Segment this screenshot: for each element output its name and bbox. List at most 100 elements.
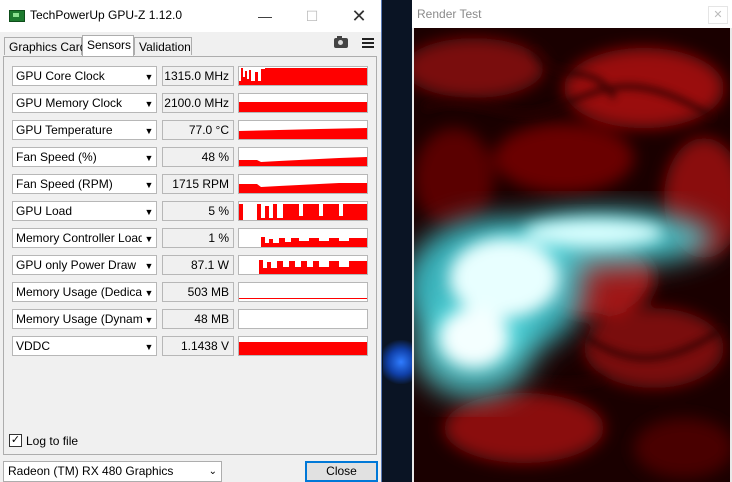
sensor-name-select[interactable]: Memory Usage (Dedicated) ▼ (12, 282, 157, 302)
dropdown-arrow-icon[interactable]: ▼ (142, 176, 156, 193)
sensor-graph-plot (239, 237, 367, 247)
sensor-graph (238, 66, 368, 86)
dropdown-arrow-icon[interactable]: ▼ (142, 68, 156, 85)
sensor-value: 48 % (162, 147, 234, 167)
sensor-graph-trace (239, 183, 367, 193)
sensor-graph (238, 309, 368, 329)
sensor-graph (238, 282, 368, 302)
render-canvas (414, 28, 730, 482)
sensor-graph-plot (239, 157, 367, 166)
dropdown-arrow-icon[interactable]: ▼ (142, 122, 156, 139)
render-test-title: Render Test (417, 7, 482, 21)
log-to-file-label: Log to file (26, 434, 79, 448)
sensor-name-label: Fan Speed (RPM) (16, 177, 113, 191)
sensor-graph (238, 93, 368, 113)
sensor-graph-plot (239, 342, 367, 355)
sensor-graph (238, 255, 368, 275)
sensor-graph-plot (239, 68, 367, 85)
log-to-file-checkbox[interactable]: ✓ (9, 434, 22, 447)
tab-validation[interactable]: Validation (134, 37, 192, 55)
render-test-window: Render Test ✕ (412, 0, 732, 482)
sensor-name-select[interactable]: GPU Core Clock ▼ (12, 66, 157, 86)
sensor-graph-trace (239, 102, 367, 112)
sensor-graph (238, 120, 368, 140)
sensor-graph-plot (239, 183, 367, 193)
sensor-value: 48 MB (162, 309, 234, 329)
dropdown-arrow-icon[interactable]: ▼ (142, 311, 156, 328)
sensor-graph-plot (239, 298, 367, 299)
dropdown-arrow-icon[interactable]: ▼ (142, 95, 156, 112)
hamburger-menu-icon[interactable] (362, 38, 374, 48)
sensor-value: 1715 RPM (162, 174, 234, 194)
sensor-graph-trace (239, 204, 367, 220)
tab-sensors[interactable]: Sensors (82, 35, 134, 56)
sensor-graph-plot (239, 204, 367, 220)
render-fur-image (414, 28, 730, 482)
sensor-name-label: GPU Temperature (16, 123, 113, 137)
sensor-value: 5 % (162, 201, 234, 221)
sensor-value: 2100.0 MHz (162, 93, 234, 113)
sensor-name-label: Memory Usage (Dedicated) (16, 285, 157, 299)
sensor-value: 1315.0 MHz (162, 66, 234, 86)
gpuz-titlebar[interactable]: TechPowerUp GPU-Z 1.12.0 — ☐ ✕ (0, 0, 381, 32)
dropdown-arrow-icon[interactable]: ▼ (142, 338, 156, 355)
dropdown-arrow-icon[interactable]: ▼ (142, 257, 156, 274)
sensor-value: 1 % (162, 228, 234, 248)
maximize-button[interactable]: ☐ (289, 4, 335, 28)
sensor-graph-trace (239, 237, 367, 247)
sensor-name-select[interactable]: VDDC ▼ (12, 336, 157, 356)
dropdown-arrow-icon[interactable]: ▼ (142, 149, 156, 166)
close-button[interactable]: Close (305, 461, 378, 482)
sensor-graph-trace (239, 157, 367, 166)
sensor-graph-plot (239, 310, 367, 328)
sensor-graph (238, 174, 368, 194)
sensor-value: 77.0 °C (162, 120, 234, 140)
sensor-name-select[interactable]: GPU Memory Clock ▼ (12, 93, 157, 113)
sensor-name-label: GPU Core Clock (16, 69, 105, 83)
sensor-name-label: GPU Load (16, 204, 73, 218)
sensors-panel: GPU Core Clock ▼ 1315.0 MHz GPU Memory Cloc… (3, 56, 377, 455)
sensor-name-select[interactable]: Fan Speed (RPM) ▼ (12, 174, 157, 194)
sensor-graph-trace (239, 68, 367, 85)
sensor-name-select[interactable]: Memory Usage (Dynamic) ▼ (12, 309, 157, 329)
sensor-name-label: Memory Controller Load (16, 231, 145, 245)
sensor-graph (238, 201, 368, 221)
sensor-value: 503 MB (162, 282, 234, 302)
sensor-name-select[interactable]: GPU only Power Draw ▼ (12, 255, 157, 275)
camera-icon[interactable] (334, 36, 348, 48)
sensor-graph (238, 336, 368, 356)
gpuz-window: TechPowerUp GPU-Z 1.12.0 — ☐ ✕ Graphics … (0, 0, 382, 482)
sensor-value: 1.1438 V (162, 336, 234, 356)
sensor-name-select[interactable]: Fan Speed (%) ▼ (12, 147, 157, 167)
sensor-name-label: Fan Speed (%) (16, 150, 97, 164)
dropdown-arrow-icon[interactable]: ▼ (142, 203, 156, 220)
sensor-graph-trace (239, 260, 367, 274)
sensor-name-select[interactable]: Memory Controller Load ▼ (12, 228, 157, 248)
gpu-select-value: Radeon (TM) RX 480 Graphics (8, 464, 174, 478)
sensor-name-label: Memory Usage (Dynamic) (16, 312, 156, 326)
sensor-graph-trace (239, 342, 367, 355)
sensor-value: 87.1 W (162, 255, 234, 275)
minimize-button[interactable]: — (242, 4, 288, 28)
sensor-name-select[interactable]: GPU Load ▼ (12, 201, 157, 221)
dropdown-arrow-icon[interactable]: ▼ (142, 284, 156, 301)
chevron-down-icon: ⌄ (208, 466, 217, 477)
gpuz-app-icon (9, 10, 25, 22)
render-test-titlebar[interactable]: Render Test ✕ (412, 0, 732, 28)
dropdown-arrow-icon[interactable]: ▼ (142, 230, 156, 247)
sensor-graph-plot (239, 102, 367, 112)
sensor-name-label: GPU Memory Clock (16, 96, 123, 110)
render-test-close-button[interactable]: ✕ (708, 6, 728, 24)
sensor-name-select[interactable]: GPU Temperature ▼ (12, 120, 157, 140)
sensor-graph (238, 228, 368, 248)
close-window-button[interactable]: ✕ (336, 4, 382, 28)
gpu-select-dropdown[interactable]: Radeon (TM) RX 480 Graphics ⌄ (3, 461, 222, 482)
sensor-graph (238, 147, 368, 167)
tab-graphics-card[interactable]: Graphics Card (4, 37, 86, 55)
desktop-background (383, 340, 413, 384)
gpuz-title: TechPowerUp GPU-Z 1.12.0 (30, 8, 183, 22)
sensor-graph-plot (239, 128, 367, 139)
sensor-name-label: VDDC (16, 339, 51, 353)
sensor-name-label: GPU only Power Draw (16, 258, 137, 272)
sensor-graph-trace (239, 128, 367, 139)
